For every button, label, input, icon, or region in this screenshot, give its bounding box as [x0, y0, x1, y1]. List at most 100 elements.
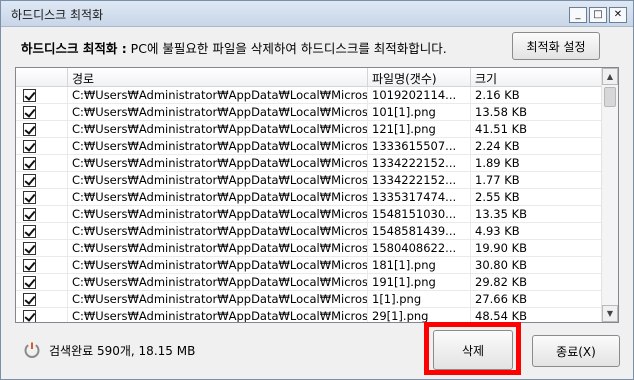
- filename-cell: 1580408622...: [368, 240, 471, 257]
- size-cell: 2.24 KB: [471, 138, 602, 155]
- table-row[interactable]: C:₩Users₩Administrator₩AppData₩Local₩Mic…: [16, 189, 602, 206]
- size-cell: 27.66 KB: [471, 291, 602, 308]
- exit-button[interactable]: 종료(X): [532, 335, 620, 367]
- filename-cell: 1019202114...: [368, 87, 471, 104]
- row-checkbox-cell[interactable]: [16, 172, 68, 189]
- row-checkbox-cell[interactable]: [16, 138, 68, 155]
- row-checkbox-cell[interactable]: [16, 291, 68, 308]
- filename-cell: 1334222152...: [368, 155, 471, 172]
- maximize-button[interactable]: □: [589, 7, 607, 23]
- path-cell: C:₩Users₩Administrator₩AppData₩Local₩Mic…: [68, 189, 368, 206]
- checkbox-checked-icon[interactable]: [23, 89, 36, 102]
- checkbox-checked-icon[interactable]: [23, 242, 36, 255]
- row-checkbox-cell[interactable]: [16, 189, 68, 206]
- filename-cell: 181[1].png: [368, 257, 471, 274]
- optimize-settings-button[interactable]: 최적화 설정: [512, 32, 600, 60]
- table-row[interactable]: C:₩Users₩Administrator₩AppData₩Local₩Mic…: [16, 308, 602, 322]
- filename-cell: 1335317474...: [368, 189, 471, 206]
- table-row[interactable]: C:₩Users₩Administrator₩AppData₩Local₩Mic…: [16, 223, 602, 240]
- size-cell: 2.16 KB: [471, 87, 602, 104]
- header-description: 하드디스크 최적화 : PC에 불필요한 파일을 삭제하여 하드디스크를 최적화…: [21, 38, 447, 57]
- path-cell: C:₩Users₩Administrator₩AppData₩Local₩Mic…: [68, 223, 368, 240]
- checkbox-checked-icon[interactable]: [23, 310, 36, 322]
- size-cell: 2.55 KB: [471, 189, 602, 206]
- checkbox-checked-icon[interactable]: [23, 140, 36, 153]
- close-button[interactable]: ✕: [609, 7, 627, 23]
- table-row[interactable]: C:₩Users₩Administrator₩AppData₩Local₩Mic…: [16, 172, 602, 189]
- row-checkbox-cell[interactable]: [16, 223, 68, 240]
- checkbox-checked-icon[interactable]: [23, 123, 36, 136]
- delete-button[interactable]: 삭제: [433, 330, 513, 370]
- table-header: 경로 파일명(갯수) 크기: [16, 68, 602, 87]
- size-cell: 4.93 KB: [471, 223, 602, 240]
- path-cell: C:₩Users₩Administrator₩AppData₩Local₩Mic…: [68, 206, 368, 223]
- table-body: C:₩Users₩Administrator₩AppData₩Local₩Mic…: [16, 87, 602, 322]
- size-cell: 13.35 KB: [471, 206, 602, 223]
- path-cell: C:₩Users₩Administrator₩AppData₩Local₩Mic…: [68, 291, 368, 308]
- column-header-size[interactable]: 크기: [471, 68, 602, 87]
- checkbox-checked-icon[interactable]: [23, 106, 36, 119]
- table-row[interactable]: C:₩Users₩Administrator₩AppData₩Local₩Mic…: [16, 206, 602, 223]
- status-area: 검색완료 590개, 18.15 MB: [23, 341, 195, 359]
- row-checkbox-cell[interactable]: [16, 257, 68, 274]
- path-cell: C:₩Users₩Administrator₩AppData₩Local₩Mic…: [68, 172, 368, 189]
- table-row[interactable]: C:₩Users₩Administrator₩AppData₩Local₩Mic…: [16, 257, 602, 274]
- size-cell: 13.58 KB: [471, 104, 602, 121]
- row-checkbox-cell[interactable]: [16, 104, 68, 121]
- scroll-down-arrow-icon[interactable]: ▼: [602, 305, 618, 322]
- checkbox-checked-icon[interactable]: [23, 208, 36, 221]
- row-checkbox-cell[interactable]: [16, 87, 68, 104]
- size-cell: 1.77 KB: [471, 172, 602, 189]
- checkbox-checked-icon[interactable]: [23, 191, 36, 204]
- table-row[interactable]: C:₩Users₩Administrator₩AppData₩Local₩Mic…: [16, 87, 602, 104]
- path-cell: C:₩Users₩Administrator₩AppData₩Local₩Mic…: [68, 87, 368, 104]
- scroll-up-arrow-icon[interactable]: ▲: [602, 68, 618, 85]
- checkbox-checked-icon[interactable]: [23, 293, 36, 306]
- row-checkbox-cell[interactable]: [16, 308, 68, 322]
- checkbox-checked-icon[interactable]: [23, 276, 36, 289]
- filename-cell: 1548581439...: [368, 223, 471, 240]
- column-header-check[interactable]: [16, 68, 68, 87]
- row-checkbox-cell[interactable]: [16, 155, 68, 172]
- checkbox-checked-icon[interactable]: [23, 259, 36, 272]
- table-row[interactable]: C:₩Users₩Administrator₩AppData₩Local₩Mic…: [16, 121, 602, 138]
- checkbox-checked-icon[interactable]: [23, 157, 36, 170]
- size-cell: 19.90 KB: [471, 240, 602, 257]
- table-row[interactable]: C:₩Users₩Administrator₩AppData₩Local₩Mic…: [16, 240, 602, 257]
- checkbox-checked-icon[interactable]: [23, 174, 36, 187]
- row-checkbox-cell[interactable]: [16, 206, 68, 223]
- column-header-path[interactable]: 경로: [68, 68, 368, 87]
- filename-cell: 191[1].png: [368, 274, 471, 291]
- path-cell: C:₩Users₩Administrator₩AppData₩Local₩Mic…: [68, 121, 368, 138]
- table-row[interactable]: C:₩Users₩Administrator₩AppData₩Local₩Mic…: [16, 138, 602, 155]
- path-cell: C:₩Users₩Administrator₩AppData₩Local₩Mic…: [68, 240, 368, 257]
- title-bar[interactable]: 하드디스크 최적화 _ □ ✕: [1, 1, 633, 27]
- window-title: 하드디스크 최적화: [11, 8, 104, 22]
- size-cell: 1.89 KB: [471, 155, 602, 172]
- size-cell: 41.51 KB: [471, 121, 602, 138]
- filename-cell: 101[1].png: [368, 104, 471, 121]
- table-row[interactable]: C:₩Users₩Administrator₩AppData₩Local₩Mic…: [16, 155, 602, 172]
- filename-cell: 29[1].png: [368, 308, 471, 322]
- row-checkbox-cell[interactable]: [16, 121, 68, 138]
- filename-cell: 121[1].png: [368, 121, 471, 138]
- vertical-scrollbar[interactable]: ▲ ▼: [601, 68, 618, 322]
- path-cell: C:₩Users₩Administrator₩AppData₩Local₩Mic…: [68, 138, 368, 155]
- checkbox-checked-icon[interactable]: [23, 225, 36, 238]
- status-text: 검색완료 590개, 18.15 MB: [49, 343, 196, 358]
- path-cell: C:₩Users₩Administrator₩AppData₩Local₩Mic…: [68, 104, 368, 121]
- row-checkbox-cell[interactable]: [16, 240, 68, 257]
- table-row[interactable]: C:₩Users₩Administrator₩AppData₩Local₩Mic…: [16, 104, 602, 121]
- row-checkbox-cell[interactable]: [16, 274, 68, 291]
- column-header-filename[interactable]: 파일명(갯수): [368, 68, 471, 87]
- filename-cell: 1[1].png: [368, 291, 471, 308]
- table-row[interactable]: C:₩Users₩Administrator₩AppData₩Local₩Mic…: [16, 274, 602, 291]
- path-cell: C:₩Users₩Administrator₩AppData₩Local₩Mic…: [68, 274, 368, 291]
- size-cell: 30.80 KB: [471, 257, 602, 274]
- table-row[interactable]: C:₩Users₩Administrator₩AppData₩Local₩Mic…: [16, 291, 602, 308]
- power-icon: [24, 342, 40, 358]
- scroll-thumb[interactable]: [604, 87, 616, 107]
- size-cell: 48.54 KB: [471, 308, 602, 322]
- minimize-button[interactable]: _: [569, 7, 587, 23]
- file-list[interactable]: 경로 파일명(갯수) 크기 C:₩Users₩Administrator₩App…: [15, 67, 619, 323]
